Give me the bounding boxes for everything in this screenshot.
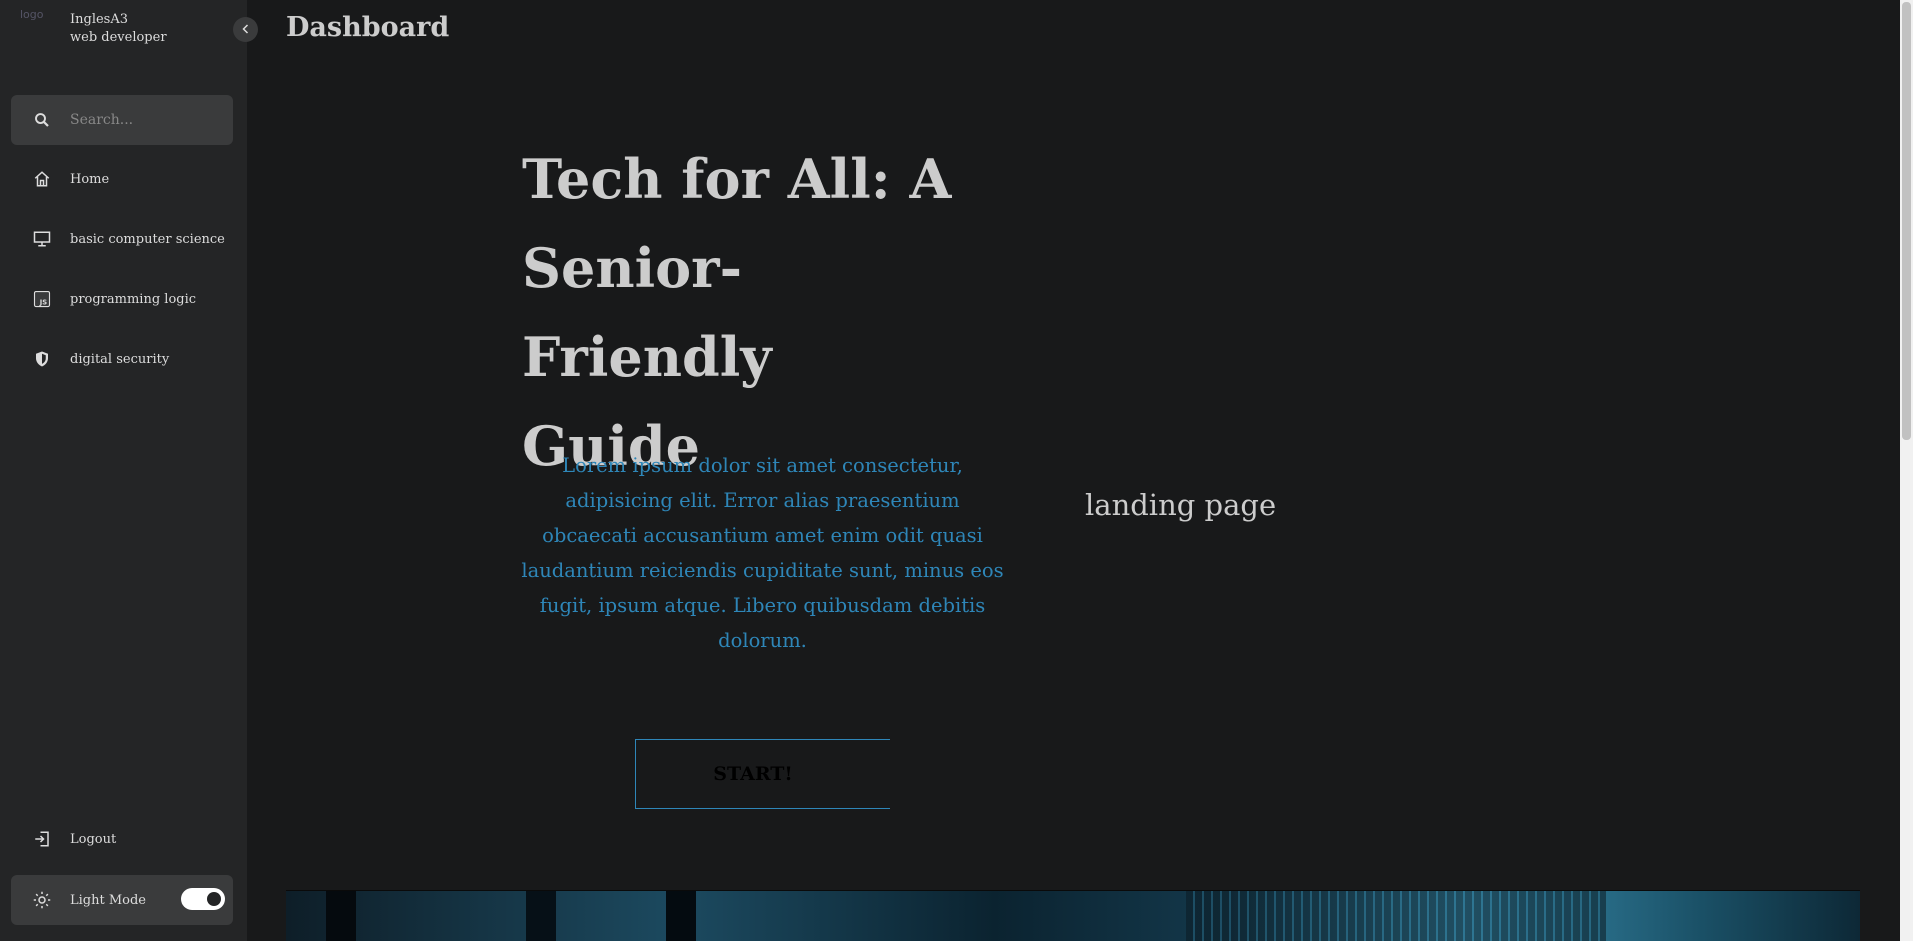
logout-button[interactable]: Logout [11,814,233,864]
light-mode-label: Light Mode [70,892,146,908]
brand-name: InglesA3 [70,12,129,27]
logout-icon [31,828,53,850]
workspace-photo [286,890,1860,941]
sidebar-item-label: basic computer science [70,231,225,247]
sidebar-item-home[interactable]: Home [11,154,233,204]
home-icon [31,168,53,190]
sidebar-item-basic-computer-science[interactable]: basic computer science [11,214,233,264]
logout-label: Logout [70,831,117,847]
monitor-icon [31,228,53,250]
start-button[interactable]: START! [635,739,890,809]
logo-image: logo [20,8,44,21]
light-mode-toggle[interactable] [181,888,225,910]
brand-role: web developer [70,30,167,45]
page-title: Dashboard [286,12,450,43]
search-icon [31,109,53,131]
landing-image: landing page [1085,488,1277,522]
svg-text:JS: JS [39,298,48,306]
sidebar-item-label: Home [70,171,110,187]
search-box[interactable] [11,95,233,145]
toggle-knob [207,892,221,906]
scrollbar-thumb[interactable] [1902,2,1911,440]
hero-text: Lorem ipsum dolor sit amet consectetur, … [521,454,1004,652]
sun-icon [31,889,53,911]
sidebar-item-digital-security[interactable]: digital security [11,334,233,384]
chevron-left-icon [240,20,252,39]
sidebar-item-programming-logic[interactable]: JS programming logic [11,274,233,324]
light-mode-row: Light Mode [11,875,233,925]
shield-icon [31,348,53,370]
sidebar: logo InglesA3 web developer Home basic c… [0,0,247,941]
js-icon: JS [31,288,53,310]
sidebar-collapse-button[interactable] [233,17,258,42]
sidebar-item-label: programming logic [70,291,197,307]
page-scrollbar[interactable] [1900,0,1913,941]
search-input[interactable] [70,112,210,128]
sidebar-item-label: digital security [70,351,170,367]
hero-title: Tech for All: A Senior-Friendly Guide [522,147,952,478]
